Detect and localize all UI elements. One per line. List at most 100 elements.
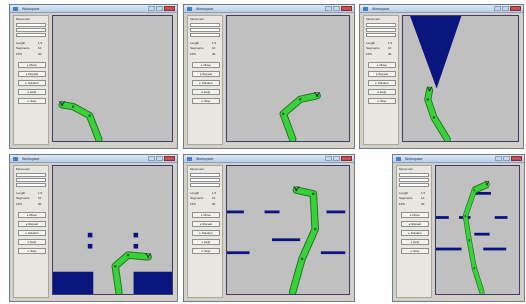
parameter-field[interactable] (16, 178, 46, 182)
minimize-icon[interactable] (325, 156, 332, 161)
solution-button[interactable]: ▸ Solution (192, 80, 220, 86)
repeat-button[interactable]: ▸ Repeat (18, 71, 46, 77)
parameter-field[interactable] (190, 178, 220, 182)
parameter-field[interactable] (16, 28, 46, 32)
window-titlebar: Workspace (184, 155, 354, 163)
move-button[interactable]: ▸ Move (368, 62, 396, 68)
parameter-field[interactable] (366, 23, 396, 27)
scene-svg (58, 100, 103, 141)
close-icon[interactable] (341, 156, 352, 161)
arm-joint (312, 192, 315, 196)
close-icon[interactable] (511, 156, 522, 161)
app-window: Workspace Movement Length 1.5 Segments 10 FPS 3… (183, 154, 355, 302)
move-button[interactable]: ▸ Move (18, 212, 46, 218)
simulation-canvas[interactable] (52, 165, 173, 295)
length-label: Length (16, 191, 26, 195)
arm-joint (432, 116, 436, 119)
solution-button[interactable]: ▸ Solution (401, 230, 429, 236)
close-icon[interactable] (164, 6, 175, 11)
parameter-field[interactable] (366, 28, 396, 32)
parameter-field[interactable] (399, 178, 429, 182)
simulation-canvas[interactable] (52, 15, 173, 142)
simulation-canvas[interactable] (226, 15, 350, 142)
simulation-canvas[interactable] (402, 15, 519, 142)
parameter-field[interactable] (16, 173, 46, 177)
maximize-icon[interactable] (156, 156, 163, 161)
move-button-label: Move (203, 213, 211, 217)
help-button[interactable]: ▸ Help (368, 89, 396, 95)
minimize-icon[interactable] (494, 6, 501, 11)
move-button[interactable]: ▸ Move (192, 62, 220, 68)
move-button-label: Move (29, 213, 37, 217)
simulation-canvas[interactable] (226, 165, 350, 295)
stop-button[interactable]: ▸ Stop (192, 98, 220, 104)
parameter-field[interactable] (399, 173, 429, 177)
close-icon[interactable] (341, 6, 352, 11)
help-button[interactable]: ▸ Help (18, 89, 46, 95)
help-button[interactable]: ▸ Help (401, 239, 429, 245)
maximize-icon[interactable] (156, 6, 163, 11)
scene-svg (436, 180, 508, 294)
help-button[interactable]: ▸ Help (192, 239, 220, 245)
minimize-icon[interactable] (148, 6, 155, 11)
parameter-field[interactable] (190, 33, 220, 37)
repeat-button-label: Repeat (378, 72, 389, 76)
parameter-field[interactable] (190, 28, 220, 32)
window-title: Workspace (196, 7, 214, 11)
move-button[interactable]: ▸ Move (192, 212, 220, 218)
help-button-label: Help (413, 240, 420, 244)
simulation-canvas[interactable] (435, 165, 520, 295)
parameter-field[interactable] (16, 33, 46, 37)
window-titlebar: Workspace (10, 5, 177, 13)
parameter-field[interactable] (190, 173, 220, 177)
minimize-icon[interactable] (325, 6, 332, 11)
help-button[interactable]: ▸ Help (192, 89, 220, 95)
minimize-icon[interactable] (148, 156, 155, 161)
help-button[interactable]: ▸ Help (18, 239, 46, 245)
parameter-field[interactable] (16, 23, 46, 27)
move-button[interactable]: ▸ Move (18, 62, 46, 68)
parameter-field[interactable] (399, 183, 429, 187)
app-icon (187, 7, 192, 11)
repeat-button[interactable]: ▸ Repeat (368, 71, 396, 77)
segments-value: 10 (38, 196, 42, 200)
parameter-field[interactable] (190, 23, 220, 27)
arm-joint (113, 264, 117, 268)
repeat-button[interactable]: ▸ Repeat (192, 71, 220, 77)
app-window: Workspace Movement Length 1.5 Segments 10 FPS 3… (359, 4, 524, 149)
length-value: 1.5 (388, 41, 393, 45)
obstacle-bar (320, 251, 346, 255)
segments-value: 10 (388, 46, 392, 50)
maximize-icon[interactable] (333, 156, 340, 161)
repeat-button[interactable]: ▸ Repeat (18, 221, 46, 227)
stop-button[interactable]: ▸ Stop (18, 248, 46, 254)
solution-button[interactable]: ▸ Solution (18, 230, 46, 236)
control-panel: Movement Length 1.5 Segments 10 FPS 30 ▸ Move ▸ … (396, 165, 432, 298)
close-icon[interactable] (164, 156, 175, 161)
obstacle (87, 232, 93, 238)
minimize-icon[interactable] (495, 156, 502, 161)
stop-button[interactable]: ▸ Stop (18, 98, 46, 104)
close-icon[interactable] (510, 6, 521, 11)
solution-button[interactable]: ▸ Solution (18, 80, 46, 86)
arm-joint (88, 114, 91, 117)
repeat-button[interactable]: ▸ Repeat (401, 221, 429, 227)
repeat-button[interactable]: ▸ Repeat (192, 221, 220, 227)
maximize-icon[interactable] (502, 6, 509, 11)
stop-button-label: Stop (30, 99, 37, 103)
stop-button-label: Stop (204, 99, 211, 103)
obstacle (133, 271, 172, 294)
maximize-icon[interactable] (503, 156, 510, 161)
solution-button-label: Solution (377, 81, 389, 85)
solution-button[interactable]: ▸ Solution (368, 80, 396, 86)
parameter-field[interactable] (190, 183, 220, 187)
parameter-field[interactable] (16, 183, 46, 187)
panel-header: Movement (16, 17, 31, 21)
parameter-field[interactable] (366, 33, 396, 37)
maximize-icon[interactable] (333, 6, 340, 11)
stop-button[interactable]: ▸ Stop (192, 248, 220, 254)
stop-button[interactable]: ▸ Stop (368, 98, 396, 104)
move-button[interactable]: ▸ Move (401, 212, 429, 218)
solution-button[interactable]: ▸ Solution (192, 230, 220, 236)
stop-button[interactable]: ▸ Stop (401, 248, 429, 254)
